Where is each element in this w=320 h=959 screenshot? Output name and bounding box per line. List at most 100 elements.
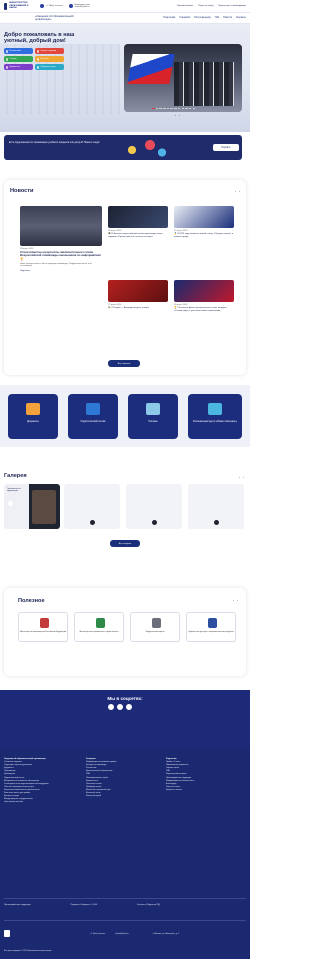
news-photo — [108, 206, 168, 228]
quick-link-clubs[interactable]: Запись в кружки — [35, 48, 64, 55]
tile-food[interactable]: Питание — [128, 394, 178, 439]
footer-anticorruption-link[interactable]: Противодействие коррупции — [4, 904, 31, 906]
news-headline[interactable]: Стали известны результаты заключительног… — [20, 250, 102, 261]
gallery-next-icon[interactable]: › — [243, 475, 244, 479]
hero-slider[interactable] — [124, 44, 242, 112]
footer-link[interactable]: Организация питания — [4, 801, 76, 804]
news-section: Новости ‹ › 28 марта 2024 Стали известны … — [4, 180, 246, 375]
slider-dots[interactable] — [152, 108, 196, 109]
slider-dot[interactable] — [174, 108, 177, 109]
news-more-link[interactable]: Подробнее — [20, 270, 102, 272]
quick-link-food[interactable]: Питание — [35, 56, 64, 63]
news-card[interactable]: 27 марта 2024 🏅 В 2023 году появился нов… — [174, 206, 234, 238]
all-gallery-button[interactable]: Вся галерея — [110, 540, 140, 547]
useful-link[interactable]: Министерство просвещения Российской Феде… — [18, 612, 68, 642]
news-excerpt: Наши ученики вошли в число призёров олим… — [20, 262, 92, 268]
gallery-video-card[interactable] — [126, 484, 182, 529]
tile-teachers[interactable]: Педагогический состав — [68, 394, 118, 439]
news-headline[interactable]: 🏅 В 2023 году появился новый статус «Луч… — [174, 233, 234, 238]
telegram-icon[interactable] — [117, 704, 123, 710]
useful-links-section: Полезное ‹ › Министерство просвещения Рос… — [4, 588, 246, 676]
news-card[interactable]: 27 марта 2024 🎭 27 марта — Всемирный ден… — [108, 280, 168, 310]
useful-link[interactable]: Единое окно доступа к образовательным ре… — [186, 612, 236, 642]
slider-dot[interactable] — [181, 108, 184, 109]
slider-dot[interactable] — [177, 108, 181, 109]
tile-label: Региональный центр «Новое поколение» — [193, 421, 237, 423]
ok-icon[interactable] — [126, 704, 132, 710]
nav-item-gia[interactable]: ГИА — [215, 17, 219, 19]
slider-dot[interactable] — [192, 108, 196, 109]
useful-link[interactable]: Министерство образования и науки области — [74, 612, 124, 642]
banner-go-button[interactable]: Перейти — [213, 144, 239, 151]
play-icon[interactable] — [214, 520, 219, 525]
news-date: 28 марта 2024 — [108, 230, 122, 232]
useful-next-icon[interactable]: › — [237, 598, 238, 602]
gallery-video-card[interactable]: Познавательная видеолекция — [4, 484, 60, 529]
quick-link-feedback[interactable]: Обратная связь — [35, 64, 64, 71]
logo[interactable]: МИНИСТЕРСТВО ОБРАЗОВАНИЯ И НАУКИ — [4, 2, 34, 10]
all-news-button[interactable]: Все новости — [108, 360, 140, 367]
footer-email[interactable]: school@edu.ru — [115, 933, 128, 935]
footer-contacts-link[interactable]: Контакты (Подписка ПД) — [137, 904, 160, 906]
useful-prev-icon[interactable]: ‹ — [233, 598, 234, 602]
play-icon[interactable] — [8, 501, 13, 506]
play-icon[interactable] — [90, 520, 95, 525]
play-icon[interactable] — [152, 520, 157, 525]
slider-dot[interactable] — [152, 108, 155, 109]
tile-regional-center[interactable]: Региональный центр «Новое поколение» — [188, 394, 242, 439]
quick-links: Расписание Запись в кружки Секции Питани… — [4, 48, 66, 71]
news-prev-icon[interactable]: ‹ — [235, 189, 236, 193]
slider-next-button[interactable]: › — [179, 113, 180, 117]
phone-text: +7 (9xx) xx-xx-xx — [46, 5, 63, 7]
tile-label: Документы — [27, 421, 39, 423]
news-headline[interactable]: 🎓 В Финале всероссийской школы-практикум… — [108, 233, 168, 238]
useful-link[interactable]: Федеральный портал — [130, 612, 180, 642]
emblem-icon — [152, 618, 161, 628]
slider-dot[interactable] — [159, 108, 162, 109]
slider-dot[interactable] — [163, 108, 166, 109]
footer-link[interactable]: Вопросы и ответы — [166, 789, 238, 792]
info-tiles: Документы Педагогический состав Питание … — [0, 385, 250, 447]
tile-documents[interactable]: Документы — [8, 394, 58, 439]
slider-dot[interactable] — [170, 108, 173, 109]
school-name[interactable]: «Сведения об образовательной организации… — [35, 15, 90, 21]
useful-link-label: Единое окно доступа к образовательным ре… — [188, 631, 234, 633]
footer-subscription-link[interactable]: Подписка «Зарядка» с 10:00 — [71, 904, 98, 906]
emblem-icon — [4, 2, 8, 10]
vk-icon[interactable] — [108, 704, 114, 710]
news-headline[interactable]: 🏆 Состоялся финал регионального этапа ко… — [174, 307, 234, 312]
email-contact[interactable]: Напишите нам school@edu.ru — [68, 4, 90, 8]
nav-item-applicants[interactable]: Поступающему — [194, 17, 210, 19]
nav-item-contacts[interactable]: Контакты — [236, 17, 246, 19]
news-photo — [20, 206, 102, 246]
quick-link-label: Документы — [9, 66, 21, 69]
footer-phone[interactable]: +7 (9xx) xx-xx-xx — [90, 933, 105, 935]
quick-link-label: Секции — [9, 58, 17, 61]
account-link[interactable]: Личный кабинет — [177, 5, 193, 7]
news-card[interactable]: 26 марта 2024 🏆 Состоялся финал регионал… — [174, 280, 234, 312]
accessibility-link[interactable]: Версия для слабовидящих — [219, 5, 246, 7]
quick-link-sections[interactable]: Секции — [4, 56, 33, 63]
gallery-video-card[interactable] — [188, 484, 244, 529]
phone-contact[interactable]: +7 (9xx) xx-xx-xx — [40, 4, 63, 8]
slider-prev-button[interactable]: ‹ — [175, 113, 176, 117]
slider-dot[interactable] — [155, 108, 159, 109]
slider-dot[interactable] — [166, 108, 170, 109]
footer-link[interactable]: Школьный музей — [86, 795, 158, 798]
quick-link-documents[interactable]: Документы — [4, 64, 33, 71]
news-main-card[interactable]: 28 марта 2024 Стали известны результаты … — [20, 206, 102, 272]
news-card[interactable]: 28 марта 2024 🎓 В Финале всероссийской ш… — [108, 206, 168, 238]
emblem-icon — [208, 618, 217, 628]
slider-dot[interactable] — [188, 108, 192, 109]
nav-item-students[interactable]: Учащимся — [179, 17, 190, 19]
search-link[interactable]: Поиск по сайту — [198, 5, 213, 7]
nav-item-parents[interactable]: Родителям — [164, 17, 176, 19]
news-next-icon[interactable]: › — [239, 189, 240, 193]
slider-dot[interactable] — [185, 108, 188, 109]
gallery-video-card[interactable] — [64, 484, 120, 529]
gallery-prev-icon[interactable]: ‹ — [239, 475, 240, 479]
news-headline[interactable]: 🎭 27 марта — Всемирный день театра! — [108, 307, 168, 310]
nav-item-news[interactable]: Новости — [223, 17, 232, 19]
quick-link-schedule[interactable]: Расписание — [4, 48, 33, 55]
email-text: school@edu.ru — [74, 6, 90, 8]
